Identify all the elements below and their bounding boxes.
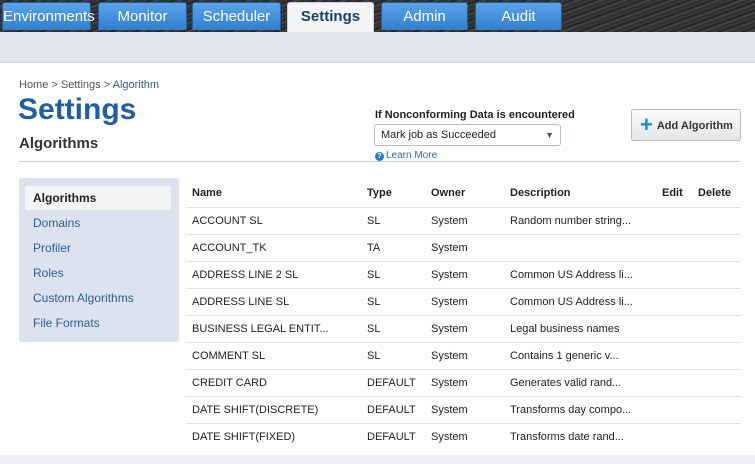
cell-name: DATE SHIFT(FIXED)	[192, 431, 296, 443]
chevron-down-icon: ▼	[545, 130, 554, 140]
cell-description: Transforms day compo...	[510, 404, 632, 416]
cell-name: ACCOUNT_TK	[192, 242, 267, 254]
column-header-delete: Delete	[698, 187, 732, 199]
cell-owner: System	[431, 323, 468, 335]
learn-more-label: Learn More	[386, 150, 438, 161]
cell-type: DEFAULT	[367, 431, 416, 443]
column-header-edit: Edit	[662, 187, 683, 199]
cell-owner: System	[431, 404, 468, 416]
column-header-description[interactable]: Description	[510, 179, 571, 207]
sidebar-item-file-formats[interactable]: File Formats	[33, 316, 100, 330]
top-tab-bar: Environments Monitor Scheduler Settings …	[0, 0, 755, 32]
table-row[interactable]: ADDRESS LINE 2 SL SL System Common US Ad…	[186, 261, 741, 288]
cell-owner: System	[431, 269, 468, 281]
column-header-type[interactable]: Type	[367, 179, 392, 207]
table-row[interactable]: DATE SHIFT(DISCRETE) DEFAULT System Tran…	[186, 396, 741, 423]
cell-name: COMMENT SL	[192, 350, 266, 362]
table-row[interactable]: DATE SHIFT(FIXED) DEFAULT System Transfo…	[186, 423, 741, 450]
divider	[19, 161, 740, 162]
page-title: Settings	[18, 93, 137, 126]
cell-owner: System	[431, 377, 468, 389]
sidebar-item-algorithms[interactable]: Algorithms	[25, 186, 171, 210]
table-row[interactable]: COMMENT SL SL System Contains 1 generic …	[186, 342, 741, 369]
tab-scheduler[interactable]: Scheduler	[192, 2, 281, 30]
cell-owner: System	[431, 431, 468, 443]
table-row[interactable]: ACCOUNT_TK TA System	[186, 234, 741, 261]
table-row[interactable]: ACCOUNT SL SL System Random number strin…	[186, 207, 741, 234]
cell-type: DEFAULT	[367, 377, 416, 389]
cell-name: BUSINESS LEGAL ENTIT...	[192, 323, 329, 335]
learn-more-link[interactable]: ? Learn More	[375, 150, 437, 161]
cell-description: Generates valid rand...	[510, 377, 622, 389]
sidebar-item-roles[interactable]: Roles	[33, 266, 64, 280]
sidebar-item-profiler[interactable]: Profiler	[33, 241, 71, 255]
tab-admin[interactable]: Admin	[381, 2, 468, 30]
cell-description: Legal business names	[510, 323, 620, 335]
cell-owner: System	[431, 242, 468, 254]
cell-name: ACCOUNT SL	[192, 215, 263, 227]
cell-type: SL	[367, 296, 381, 308]
cell-owner: System	[431, 215, 468, 227]
tab-settings[interactable]: Settings	[287, 2, 374, 32]
breadcrumb: Home > Settings > Algorithm	[19, 79, 159, 91]
cell-type: SL	[367, 215, 381, 227]
section-title: Algorithms	[19, 135, 99, 152]
tab-monitor[interactable]: Monitor	[98, 2, 187, 30]
column-header-name[interactable]: Name	[192, 179, 222, 207]
cell-name: CREDIT CARD	[192, 377, 267, 389]
cell-type: DEFAULT	[367, 404, 416, 416]
breadcrumb-separator: >	[103, 79, 111, 91]
sidebar-item-custom-algorithms[interactable]: Custom Algorithms	[33, 291, 134, 305]
cell-type: SL	[367, 323, 381, 335]
add-algorithm-label: Add Algorithm	[656, 120, 733, 132]
breadcrumb-separator: >	[51, 79, 58, 91]
sidebar-item-domains[interactable]: Domains	[33, 216, 80, 230]
breadcrumb-current: Algorithm	[112, 79, 160, 91]
cell-description: Transforms date rand...	[510, 431, 624, 443]
table-row[interactable]: BUSINESS LEGAL ENTIT... SL System Legal …	[186, 315, 741, 342]
cell-type: SL	[367, 350, 381, 362]
tab-environments[interactable]: Environments	[2, 2, 95, 30]
nonconforming-select[interactable]: Mark job as Succeeded ▼	[374, 124, 561, 146]
cell-name: ADDRESS LINE 2 SL	[192, 269, 299, 281]
cell-owner: System	[431, 296, 468, 308]
table-row[interactable]: CREDIT CARD DEFAULT System Generates val…	[186, 369, 741, 396]
tab-audit[interactable]: Audit	[475, 2, 562, 30]
column-header-owner[interactable]: Owner	[431, 179, 465, 207]
settings-sidebar: Algorithms Domains Profiler Roles Custom…	[19, 178, 179, 342]
add-algorithm-button[interactable]: + Add Algorithm	[631, 109, 741, 141]
help-icon: ?	[375, 152, 384, 161]
cell-type: SL	[367, 269, 381, 281]
cell-description: Contains 1 generic v...	[510, 350, 619, 362]
breadcrumb-settings[interactable]: Settings	[61, 79, 101, 91]
main-content: Home > Settings > Algorithm Settings Alg…	[0, 64, 755, 464]
table-row[interactable]: ADDRESS LINE SL SL System Common US Addr…	[186, 288, 741, 315]
nonconforming-selected-value: Mark job as Succeeded	[381, 129, 496, 141]
cell-description: Common US Address li...	[510, 269, 633, 281]
cell-description: Common US Address li...	[510, 296, 633, 308]
cell-name: ADDRESS LINE SL	[192, 296, 290, 308]
cell-description: Random number string...	[510, 215, 632, 227]
cell-type: TA	[367, 242, 381, 254]
breadcrumb-home[interactable]: Home	[19, 79, 48, 91]
cell-name: DATE SHIFT(DISCRETE)	[192, 404, 319, 416]
sub-header-band	[0, 32, 755, 63]
plus-icon: +	[640, 112, 653, 137]
nonconforming-label: If Nonconforming Data is encountered	[375, 109, 575, 121]
bottom-edge	[0, 455, 755, 464]
cell-owner: System	[431, 350, 468, 362]
